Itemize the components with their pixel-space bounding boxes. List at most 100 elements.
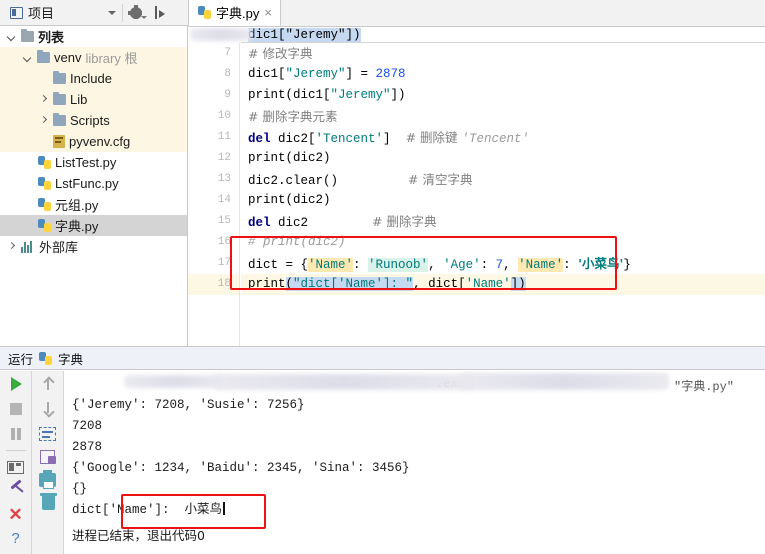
code-token: dic2 [270,216,309,230]
code-line-13[interactable]: dic2.clear() # 清空字典 [241,169,765,190]
chevron-down-icon[interactable] [108,10,116,15]
editor-gutter[interactable]: 7 8 9 10 11 12 13 14 15 16 17 18 [188,43,240,346]
help-icon[interactable]: ? [7,531,25,549]
chevron-down-icon[interactable] [22,52,33,63]
chevron-right-icon[interactable] [38,115,49,126]
line-number: 14 [217,194,231,206]
close-icon[interactable]: × [264,6,272,19]
chevron-right-icon[interactable] [6,241,17,252]
tree-item-label: 字典.py [55,219,99,234]
code-line-12[interactable]: print(dic2) [241,148,765,169]
project-tool-button[interactable]: 项目 [0,1,122,25]
tree-item-tuple-py[interactable]: 元组.py [0,194,187,215]
cutoff-line-text: dic1["Jeremy"]) [248,28,361,42]
tree-item-lstfunc-py[interactable]: LstFunc.py [0,173,187,194]
tree-item-label: LstFunc.py [55,176,119,191]
code-token: (dic2) [285,151,331,165]
editor-tab-strip: 字典.py × [188,0,765,26]
function-token: print [248,277,286,291]
output-line: {'Jeremy': 7208, 'Susie': 7256} [72,398,305,412]
code-token: : [353,258,369,272]
tree-item-listtest-py[interactable]: ListTest.py [0,152,187,173]
code-line-8[interactable]: dic1["Jeremy"] = 2878 [241,64,765,85]
code-line-7[interactable]: # 修改字典 [241,43,765,64]
run-toolbar-right [32,371,64,554]
comment-token: # 修改字典 [248,46,313,61]
code-token: ] = [345,67,376,81]
line-number: 11 [217,131,231,143]
arrow-up-icon[interactable] [39,375,57,393]
code-token: dict = { [248,258,309,272]
comment-token: # 删除键 [405,130,462,145]
tree-item-pyvenv-cfg[interactable]: pyvenv.cfg [0,131,187,152]
python-file-icon [38,177,51,190]
tree-item-external-libraries[interactable]: 外部库 [0,236,187,257]
collapse-all-icon [155,6,169,19]
tree-item-scripts[interactable]: Scripts [0,110,187,131]
close-icon[interactable]: ✕ [7,506,25,524]
code-line-14[interactable]: print(dic2) [241,190,765,211]
pin-icon[interactable] [7,481,25,499]
redaction-smudge [214,374,474,390]
project-icon [10,6,23,19]
output-line: 2878 [72,440,103,454]
tree-item-dictionary-py[interactable]: 字典.py [0,215,187,236]
chevron-down-icon [141,15,147,19]
folder-icon [21,29,34,42]
chevron-down-icon[interactable] [6,31,17,42]
print-icon[interactable] [39,470,56,489]
function-token: print [248,193,286,207]
python-file-icon [38,198,51,211]
tree-item-venv[interactable]: venv library 根 [0,47,187,68]
tree-item-list-root[interactable]: 列表 [0,26,187,47]
code-editor[interactable]: dic1["Jeremy"]) 7 8 9 10 11 12 13 14 15 … [188,26,765,346]
stop-icon[interactable] [7,400,25,418]
tree-item-suffix: library 根 [85,51,138,66]
arrow-down-icon[interactable] [39,400,57,418]
trash-icon[interactable] [40,493,57,510]
output-line-text: dict['Name']: 小菜鸟 [72,503,223,517]
exit-message: 进程已结束，退出代码0 [72,528,205,543]
code-line-16[interactable]: # print(dic2) [241,232,765,253]
chevron-right-icon[interactable] [38,94,49,105]
config-file-icon [53,135,65,148]
layout-icon[interactable] [7,461,24,474]
run-console[interactable]: .exe "字典.py" {'Jeremy': 7208, 'Susie': 7… [64,371,765,554]
run-config-label[interactable]: 字典 [58,349,83,368]
code-line-10[interactable]: # 删除字典元素 [241,106,765,127]
code-line-9[interactable]: print(dic1["Jeremy"]) [241,85,765,106]
run-tool-window-label[interactable]: 运行 [8,349,33,368]
tab-label: 字典.py [216,6,260,21]
python-file-icon [38,219,51,232]
line-number: 12 [217,152,231,164]
project-tool-label: 项目 [28,6,55,21]
tree-item-lib[interactable]: Lib [0,89,187,110]
output-line: {'Google': 1234, 'Baidu': 2345, 'Sina': … [72,461,410,475]
editor-text-area[interactable]: # 修改字典 dic1["Jeremy"] = 2878 print(dic1[… [241,43,765,346]
code-token: ( [285,277,294,291]
export-icon[interactable] [40,450,56,464]
play-icon[interactable] [7,375,25,393]
function-token: print [248,151,286,165]
code-line-15[interactable]: del dic2 # 删除字典 [241,211,765,232]
tree-item-include[interactable]: Include [0,68,187,89]
tab-dictionary-py[interactable]: 字典.py × [188,0,281,26]
code-line-17[interactable]: dict = {'Name': 'Runoob', 'Age': 7, 'Nam… [241,253,765,274]
folder-icon [53,92,66,105]
string-token: "Jeremy" [330,88,391,102]
function-token: print [248,88,286,102]
string-token: "Jeremy" [285,67,346,81]
code-line-18[interactable]: print("dict['Name']: ", dict['Name']) [241,274,765,295]
tree-item-label: venv [54,50,82,65]
line-number: 8 [224,68,231,80]
project-tree[interactable]: 列表 venv library 根 Include Lib Scripts py… [0,26,188,346]
external-libs-icon [21,240,35,253]
folder-icon [53,71,66,84]
collapse-all-button[interactable] [149,1,175,25]
string-token: 'Name' [465,277,511,291]
pause-icon[interactable] [7,425,25,443]
soft-wrap-icon[interactable] [39,427,56,441]
editor-top-border [188,26,765,27]
settings-button[interactable] [123,1,149,25]
code-line-11[interactable]: del dic2['Tencent'] # 删除键 'Tencent' [241,127,765,148]
